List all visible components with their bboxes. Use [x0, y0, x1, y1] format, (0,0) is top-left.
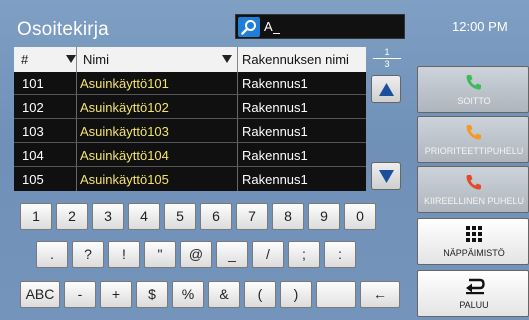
row-number: 101 [22, 76, 44, 91]
sort-arrow-icon[interactable] [66, 55, 76, 63]
urgent-call-button[interactable]: KIIREELLINEN PUHELU [417, 166, 529, 213]
key-underscore[interactable]: _ [216, 241, 248, 268]
key-quote[interactable]: " [144, 241, 176, 268]
row-name: Asuinkäyttö104 [80, 148, 169, 163]
row-name: Asuinkäyttö105 [80, 172, 169, 187]
sort-arrow-icon[interactable] [222, 55, 232, 63]
row-name: Asuinkäyttö102 [80, 100, 169, 115]
row-name: Asuinkäyttö103 [80, 124, 169, 139]
table-row[interactable]: 104 Asuinkäyttö104 Rakennus1 [14, 144, 366, 167]
header-divider [237, 47, 238, 72]
page-indicator: 1 3 [370, 46, 404, 70]
row-number: 104 [22, 148, 44, 163]
key-plus[interactable]: + [100, 281, 132, 308]
table-row[interactable]: 102 Asuinkäyttö102 Rakennus1 [14, 96, 366, 119]
table-header: # Nimi Rakennuksen nimi [14, 47, 366, 72]
key-exclamation[interactable]: ! [108, 241, 140, 268]
key-9[interactable]: 9 [308, 203, 340, 230]
text-cursor [272, 22, 280, 34]
phone-icon [466, 125, 481, 140]
key-6[interactable]: 6 [200, 203, 232, 230]
phone-icon [466, 175, 481, 190]
column-header-number[interactable]: # [21, 52, 28, 67]
row-name: Asuinkäyttö101 [80, 76, 169, 91]
table-row[interactable]: 105 Asuinkäyttö105 Rakennus1 [14, 168, 366, 191]
row-number: 105 [22, 172, 44, 187]
key-slash[interactable]: / [252, 241, 284, 268]
phone-icon [466, 75, 481, 90]
column-header-building[interactable]: Rakennuksen nimi [242, 52, 349, 67]
triangle-down-icon [379, 170, 394, 183]
row-building: Rakennus1 [242, 124, 308, 139]
key-0[interactable]: 0 [344, 203, 376, 230]
key-1[interactable]: 1 [20, 203, 52, 230]
key-abc-mode[interactable]: ABC [20, 281, 60, 308]
header-divider [76, 47, 77, 72]
address-book-screen: Osoitekirja A 12:00 PM # Nimi Rakennukse… [0, 0, 529, 320]
key-open-paren[interactable]: ( [244, 281, 276, 308]
back-button[interactable]: PALUU [417, 270, 529, 317]
key-backspace[interactable]: ← [360, 281, 400, 308]
key-4[interactable]: 4 [128, 203, 160, 230]
call-button[interactable]: SOITTO [417, 66, 529, 113]
key-dollar[interactable]: $ [136, 281, 168, 308]
key-semicolon[interactable]: ; [288, 241, 320, 268]
key-question[interactable]: ? [72, 241, 104, 268]
key-5[interactable]: 5 [164, 203, 196, 230]
table-row[interactable]: 101 Asuinkäyttö101 Rakennus1 [14, 72, 366, 95]
priority-call-label: PRIORITEETTIPUHELU [424, 146, 524, 156]
key-minus[interactable]: - [64, 281, 96, 308]
search-input[interactable]: A [264, 19, 280, 34]
key-ampersand[interactable]: & [208, 281, 240, 308]
page-total: 3 [384, 59, 390, 69]
key-3[interactable]: 3 [92, 203, 124, 230]
keypad-label: NÄPPÄIMISTÖ [443, 248, 505, 258]
row-building: Rakennus1 [242, 100, 308, 115]
key-at[interactable]: @ [180, 241, 212, 268]
key-7[interactable]: 7 [236, 203, 268, 230]
key-8[interactable]: 8 [272, 203, 304, 230]
keypad-button[interactable]: NÄPPÄIMISTÖ [417, 218, 529, 265]
row-building: Rakennus1 [242, 76, 308, 91]
clock: 12:00 PM [452, 19, 508, 34]
row-building: Rakennus1 [242, 148, 308, 163]
address-list: 101 Asuinkäyttö101 Rakennus1 102 Asuinkä… [14, 72, 366, 191]
page-current: 1 [384, 47, 390, 57]
row-number: 103 [22, 124, 44, 139]
priority-call-button[interactable]: PRIORITEETTIPUHELU [417, 116, 529, 163]
keypad-grid-icon [466, 226, 482, 242]
key-period[interactable]: . [36, 241, 68, 268]
search-field[interactable]: A [235, 14, 405, 39]
search-value: A [264, 19, 273, 34]
triangle-up-icon [379, 83, 394, 96]
column-header-name[interactable]: Nimi [83, 52, 109, 67]
urgent-call-label: KIIREELLINEN PUHELU [423, 196, 525, 206]
scroll-up-button[interactable] [371, 75, 401, 103]
key-colon[interactable]: : [324, 241, 356, 268]
table-row[interactable]: 103 Asuinkäyttö103 Rakennus1 [14, 120, 366, 143]
page-title: Osoitekirja [17, 19, 109, 40]
key-percent[interactable]: % [172, 281, 204, 308]
back-label: PALUU [459, 300, 489, 310]
scroll-down-button[interactable] [371, 162, 401, 190]
search-button[interactable] [238, 17, 260, 37]
key-2[interactable]: 2 [56, 203, 88, 230]
key-space[interactable] [316, 281, 356, 308]
call-label: SOITTO [457, 96, 491, 106]
row-building: Rakennus1 [242, 172, 308, 187]
key-close-paren[interactable]: ) [280, 281, 312, 308]
return-arrow-icon [466, 278, 485, 295]
row-number: 102 [22, 100, 44, 115]
magnifier-icon [241, 20, 256, 35]
